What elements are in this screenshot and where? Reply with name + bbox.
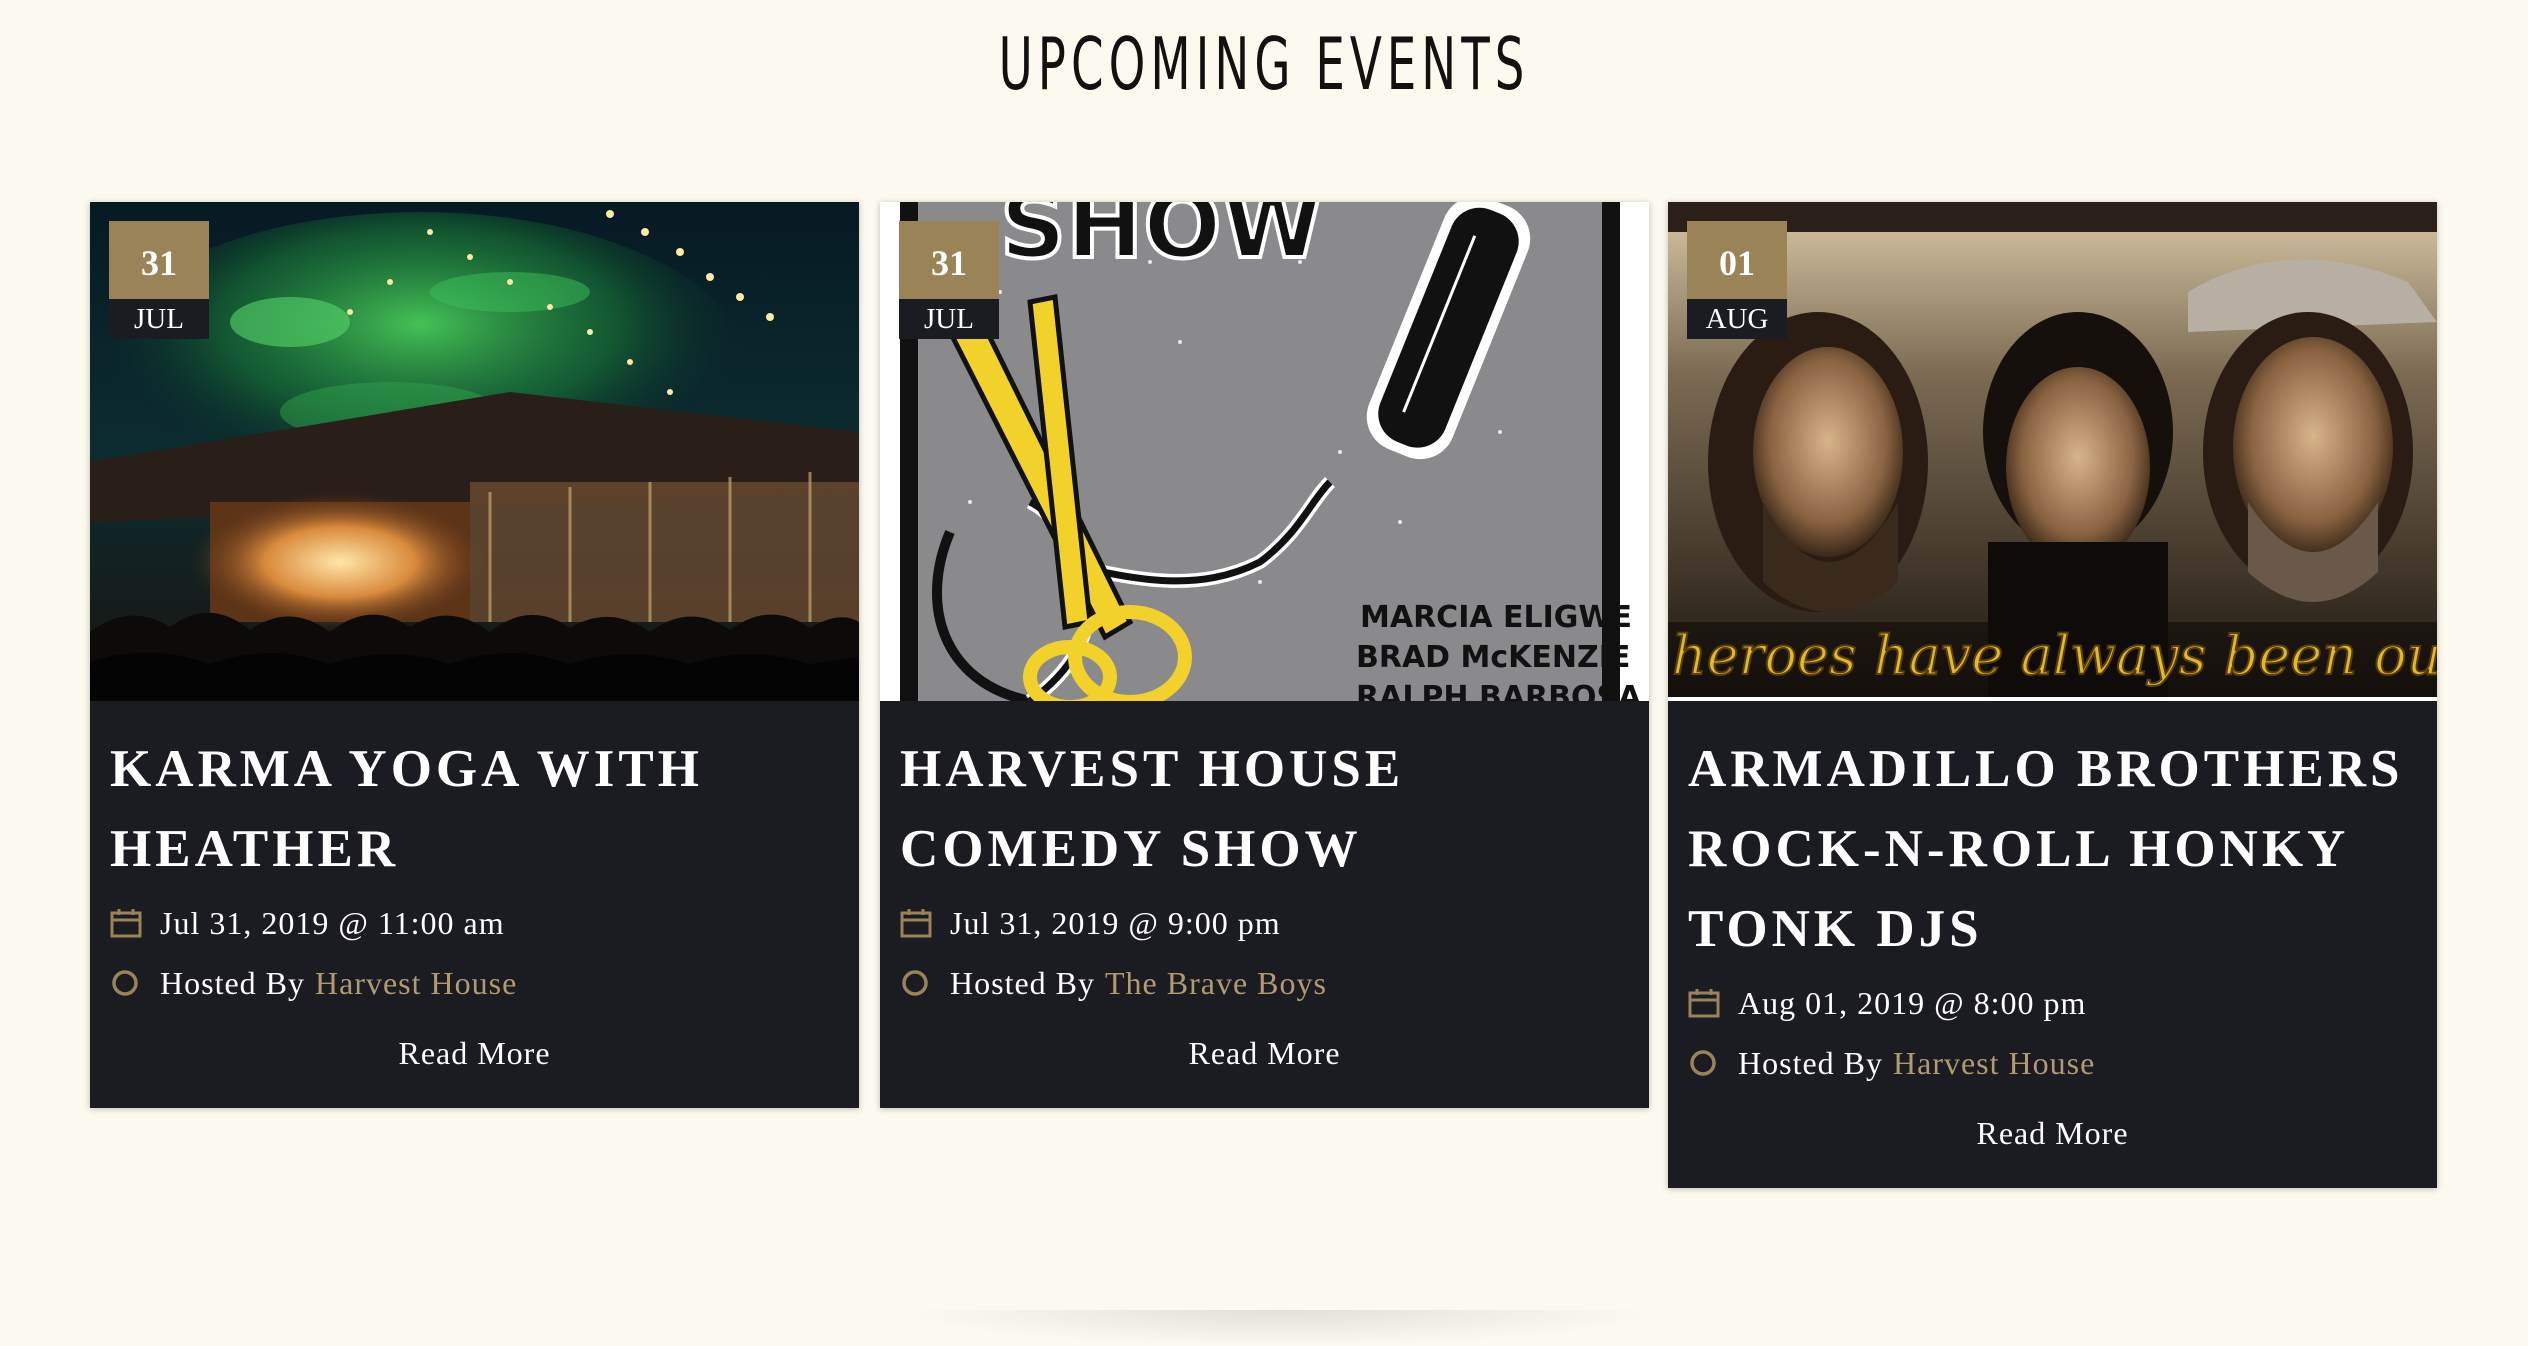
event-date-row: Jul 31, 2019 @ 11:00 am [110, 893, 839, 953]
event-body: ARMADILLO BROTHERS ROCK-N-ROLL HONKY TON… [1668, 701, 2437, 1188]
circle-icon [1688, 1048, 1738, 1078]
hosted-by-label: Hosted By [950, 964, 1095, 1001]
circle-icon [110, 968, 160, 998]
date-month: AUG [1687, 299, 1787, 339]
hosted-by-label: Hosted By [1738, 1044, 1883, 1081]
read-more-link[interactable]: Read More [1688, 1115, 2417, 1152]
event-datetime: Jul 31, 2019 @ 11:00 am [160, 904, 505, 941]
event-card[interactable]: heroes have always been outl 01 AUG ARMA… [1668, 202, 2437, 1188]
host-link[interactable]: Harvest House [1893, 1045, 2095, 1082]
event-card[interactable]: 31 JUL KARMA YOGA WITH HEATHER Jul 31, 2… [90, 202, 859, 1108]
poster-headline: SHOW [1000, 202, 1323, 279]
read-more-link[interactable]: Read More [900, 1035, 1629, 1072]
event-image[interactable]: heroes have always been outl 01 AUG [1668, 202, 2437, 701]
event-body: KARMA YOGA WITH HEATHER Jul 31, 2019 @ 1… [90, 701, 859, 1108]
calendar-icon [110, 908, 160, 938]
date-day: 31 [109, 221, 209, 299]
calendar-icon [1688, 988, 1738, 1018]
calendar-icon [900, 908, 950, 938]
event-body: HARVEST HOUSE COMEDY SHOW Jul 31, 2019 @… [880, 701, 1649, 1108]
event-title[interactable]: HARVEST HOUSE COMEDY SHOW [900, 729, 1629, 889]
event-date-row: Jul 31, 2019 @ 9:00 pm [900, 893, 1629, 953]
event-card[interactable]: SHOW MARCIA ELIGWE BRAD McKENZIE RALPH B… [880, 202, 1649, 1108]
date-month: JUL [899, 299, 999, 339]
read-more-link[interactable]: Read More [110, 1035, 839, 1072]
poster-performer: RALPH BARBOSA [1356, 680, 1642, 701]
hosted-by-label: Hosted By [160, 964, 305, 1001]
date-day: 31 [899, 221, 999, 299]
host-link[interactable]: The Brave Boys [1105, 965, 1327, 1002]
footer-shadow [900, 1310, 1660, 1346]
event-host-row: Hosted By Harvest House [110, 953, 839, 1013]
host-link[interactable]: Harvest House [315, 965, 517, 1002]
date-day: 01 [1687, 221, 1787, 299]
event-title[interactable]: ARMADILLO BROTHERS ROCK-N-ROLL HONKY TON… [1688, 729, 2417, 969]
event-image[interactable]: SHOW MARCIA ELIGWE BRAD McKENZIE RALPH B… [880, 202, 1649, 701]
date-badge: 01 AUG [1687, 221, 1787, 339]
date-badge: 31 JUL [109, 221, 209, 339]
event-image[interactable]: 31 JUL [90, 202, 859, 701]
image-caption: heroes have always been outl [1672, 624, 2437, 687]
event-datetime: Aug 01, 2019 @ 8:00 pm [1738, 984, 2087, 1021]
date-badge: 31 JUL [899, 221, 999, 339]
event-host-row: Hosted By Harvest House [1688, 1033, 2417, 1093]
poster-performer: MARCIA ELIGWE [1360, 600, 1632, 635]
event-datetime: Jul 31, 2019 @ 9:00 pm [950, 904, 1281, 941]
event-host-row: Hosted By The Brave Boys [900, 953, 1629, 1013]
event-date-row: Aug 01, 2019 @ 8:00 pm [1688, 973, 2417, 1033]
event-title[interactable]: KARMA YOGA WITH HEATHER [110, 729, 839, 889]
section-title: UPCOMING EVENTS [998, 22, 1530, 106]
poster-performer: BRAD McKENZIE [1356, 640, 1630, 675]
circle-icon [900, 968, 950, 998]
date-month: JUL [109, 299, 209, 339]
